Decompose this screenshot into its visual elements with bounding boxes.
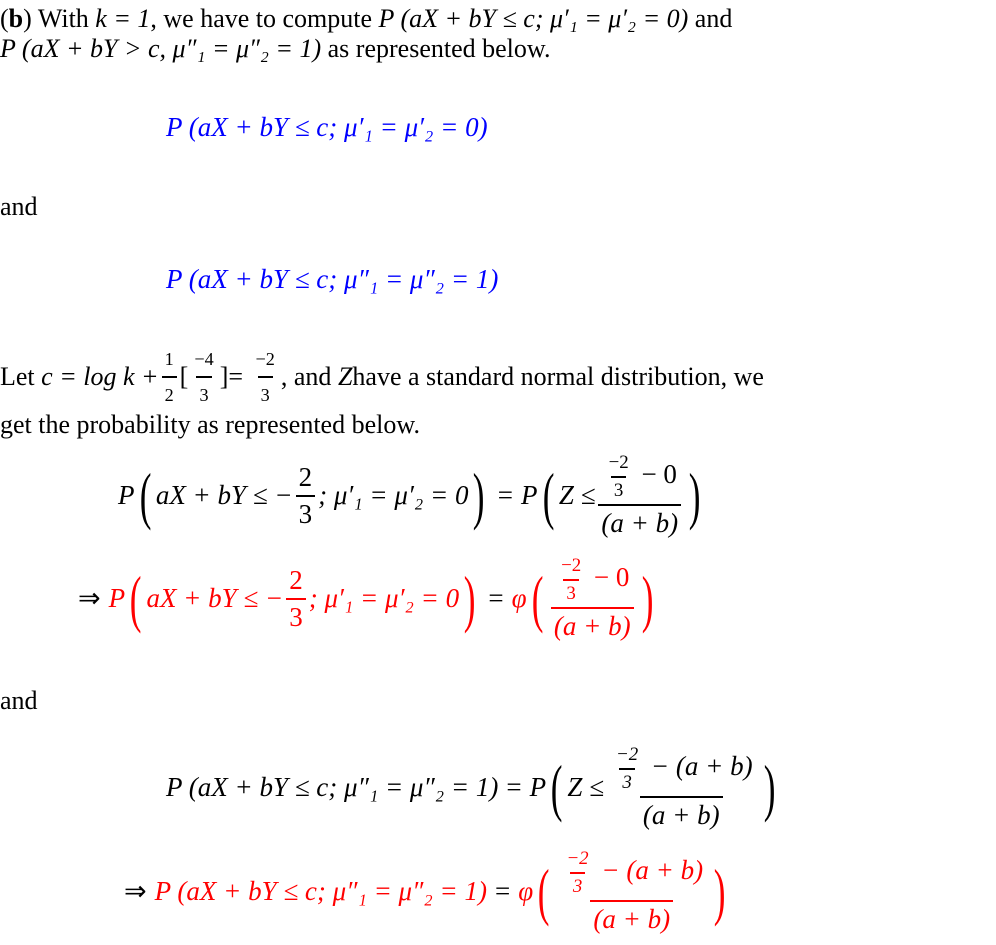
two-thirds-fraction: 23 (295, 462, 316, 530)
display-equation-1: P (aX + bY ≤ c; μ′₁ = μ′₂ = 0) (166, 112, 488, 142)
eq-block2-line2: ⇒ P (aX + bY ≤ c; μ″₁ = μ″₂ = 1) = φ ( −… (124, 848, 726, 934)
phi-symbol: φ (511, 583, 527, 613)
half-fraction: 12 (161, 344, 177, 410)
rhs-fraction: −2 3 − 0 (a + b) (598, 452, 682, 539)
eq-block1-line1: P ( aX + bY ≤ − 23 ; μ′₁ = μ′₂ = 0 ) = P… (118, 452, 701, 539)
c-definition: c = log k + (41, 362, 159, 391)
let-paragraph: Let c = log k + 12 [ −4 3 ] = −2 3 , and Z… (0, 344, 996, 440)
intro-line-1: (b) With k = 1, we have to compute P (aX… (0, 4, 733, 33)
bracket-fraction: −4 3 (191, 344, 216, 410)
result-fraction: −2 3 (253, 344, 278, 410)
intro-expr-1: P (aX + bY ≤ c; μ′₁ = μ′₂ = 0) (378, 4, 689, 33)
eq-block1-line2: ⇒ P ( aX + bY ≤ − 23 ; μ′₁ = μ′₂ = 0 ) =… (78, 555, 654, 641)
and-text-2: and (0, 686, 38, 715)
intro-line-2: P (aX + bY > c, μ″₁ = μ″₂ = 1) as repres… (0, 34, 551, 63)
let-line-1: Let c = log k + 12 [ −4 3 ] = −2 3 , and Z… (0, 344, 996, 410)
intro-expr-2: P (aX + bY > c, μ″₁ = μ″₂ = 1) (0, 34, 322, 63)
part-label: b (8, 4, 24, 33)
and-text-1: and (0, 192, 38, 221)
k-equation: k = 1 (95, 4, 151, 33)
intro-paragraph: (b) With k = 1, we have to compute P (aX… (0, 4, 996, 64)
let-line-2: get the probability as represented below… (0, 410, 420, 439)
display-equation-2: P (aX + bY ≤ c; μ″₁ = μ″₂ = 1) (166, 264, 499, 294)
eq-block2-line1: P (aX + bY ≤ c; μ″₁ = μ″₂ = 1) = P ( Z ≤… (166, 744, 776, 830)
